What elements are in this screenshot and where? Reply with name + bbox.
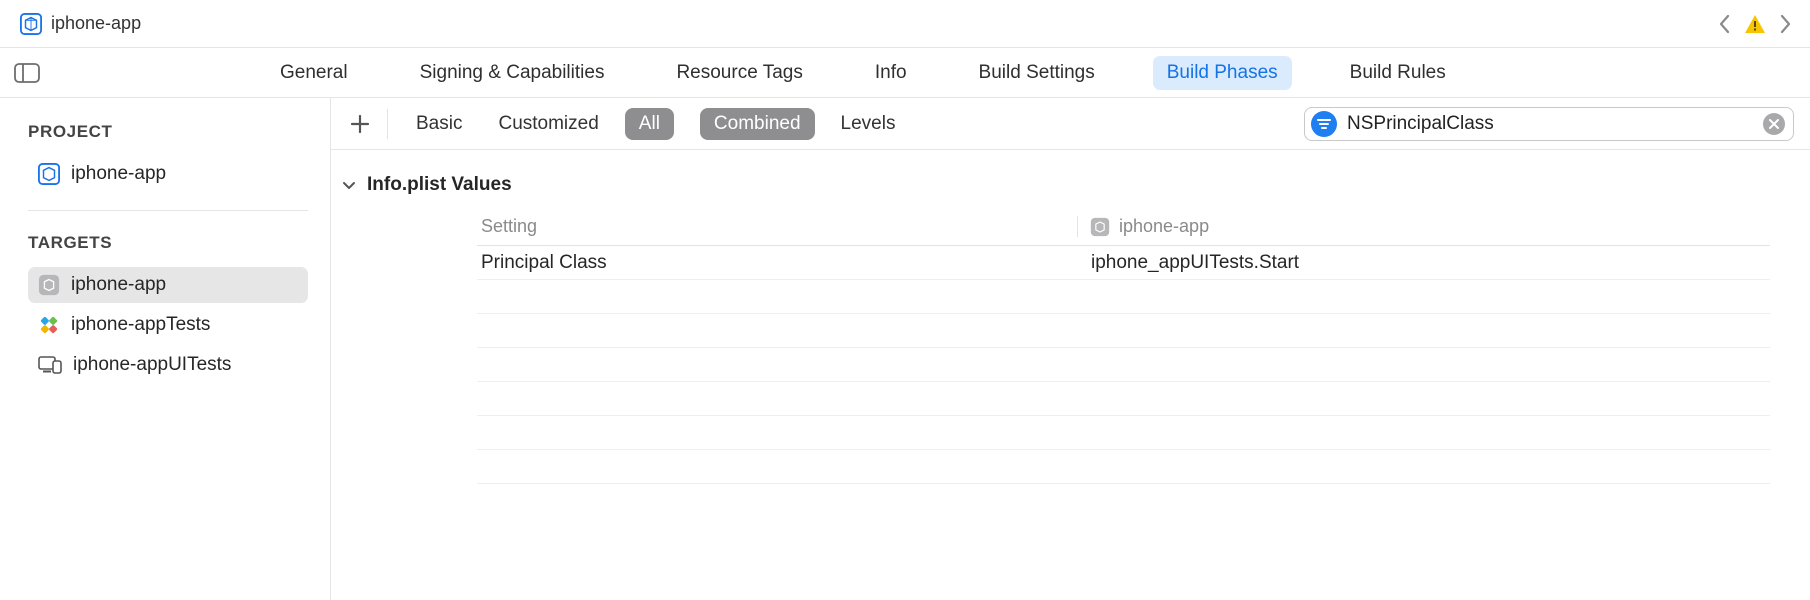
column-target-label: iphone-app: [1119, 216, 1209, 237]
section-title: Info.plist Values: [367, 174, 512, 196]
content: Basic Customized All Combined Levels: [330, 98, 1810, 600]
table-header: Setting iphone-app: [477, 208, 1770, 246]
tab-resource-tags[interactable]: Resource Tags: [662, 56, 816, 90]
sidebar-project-item[interactable]: iphone-app: [28, 156, 308, 192]
sidebar-item-label: iphone-appTests: [71, 314, 210, 336]
chevron-down-icon[interactable]: [341, 177, 357, 193]
main: PROJECT iphone-app TARGETS iphone: [0, 98, 1810, 600]
sidebar-heading-project: PROJECT: [28, 122, 308, 142]
settings-area: Info.plist Values Setting iphone-app: [331, 150, 1810, 484]
sidebar-divider: [28, 210, 308, 211]
tab-general[interactable]: General: [266, 56, 362, 90]
app-target-icon: [38, 274, 60, 296]
setting-name: Principal Class: [477, 252, 1077, 274]
warning-icon[interactable]: [1744, 14, 1766, 34]
setting-value[interactable]: iphone_appUITests.Start: [1077, 252, 1770, 274]
filter-view-group: Combined Levels: [700, 108, 906, 140]
nav-forward-button[interactable]: [1774, 10, 1796, 38]
sidebar-target-tests[interactable]: iphone-appTests: [28, 307, 308, 343]
titlebar: iphone-app: [0, 0, 1810, 48]
column-setting: Setting: [477, 216, 1077, 237]
tab-build-phases[interactable]: Build Phases: [1153, 56, 1292, 90]
table-row[interactable]: Principal Class iphone_appUITests.Start: [477, 246, 1770, 280]
titlebar-project-name: iphone-app: [51, 13, 141, 34]
clear-search-button[interactable]: [1763, 113, 1785, 135]
column-target: iphone-app: [1077, 216, 1209, 237]
sidebar-heading-targets: TARGETS: [28, 233, 308, 253]
section-header[interactable]: Info.plist Values: [341, 168, 1810, 208]
filter-customized[interactable]: Customized: [488, 108, 608, 140]
project-icon: [38, 163, 60, 185]
table-row: [477, 280, 1770, 314]
filter-levels[interactable]: Levels: [831, 108, 906, 140]
tabbar-row: General Signing & Capabilities Resource …: [0, 48, 1810, 98]
sidebar-toggle-button[interactable]: [0, 48, 56, 97]
tab-build-rules[interactable]: Build Rules: [1336, 56, 1460, 90]
add-button[interactable]: [343, 107, 377, 141]
table-row: [477, 382, 1770, 416]
sidebar-item-label: iphone-app: [71, 274, 166, 296]
sidebar-target-app[interactable]: iphone-app: [28, 267, 308, 303]
filter-bar: Basic Customized All Combined Levels: [331, 98, 1810, 150]
search-input[interactable]: [1347, 113, 1763, 135]
titlebar-right: [1714, 10, 1796, 38]
filter-basic[interactable]: Basic: [406, 108, 472, 140]
nav-back-button[interactable]: [1714, 10, 1736, 38]
filter-combined[interactable]: Combined: [700, 108, 815, 140]
filter-scope-group: Basic Customized All: [406, 108, 674, 140]
titlebar-project[interactable]: iphone-app: [20, 13, 141, 35]
ui-test-target-icon: [38, 356, 62, 374]
search-box[interactable]: [1304, 107, 1794, 141]
table-row: [477, 348, 1770, 382]
table-row: [477, 314, 1770, 348]
sidebar-targets-list: iphone-app iphone-appTests: [28, 267, 308, 383]
sidebar: PROJECT iphone-app TARGETS iphone: [0, 98, 330, 600]
sidebar-target-uitests[interactable]: iphone-appUITests: [28, 347, 308, 383]
sidebar-project-label: iphone-app: [71, 163, 166, 185]
tabbar: General Signing & Capabilities Resource …: [56, 48, 1810, 97]
separator: [387, 109, 388, 139]
filter-all[interactable]: All: [625, 108, 674, 140]
sidebar-item-label: iphone-appUITests: [73, 354, 231, 376]
app-target-icon: [1090, 217, 1110, 237]
table-row: [477, 450, 1770, 484]
tab-signing[interactable]: Signing & Capabilities: [406, 56, 619, 90]
project-icon: [20, 13, 42, 35]
tab-build-settings[interactable]: Build Settings: [965, 56, 1109, 90]
unit-test-target-icon: [38, 314, 60, 336]
filter-icon: [1311, 111, 1337, 137]
table-row: [477, 416, 1770, 450]
settings-table: Setting iphone-app Principal Class ip: [477, 208, 1770, 484]
tab-info[interactable]: Info: [861, 56, 921, 90]
